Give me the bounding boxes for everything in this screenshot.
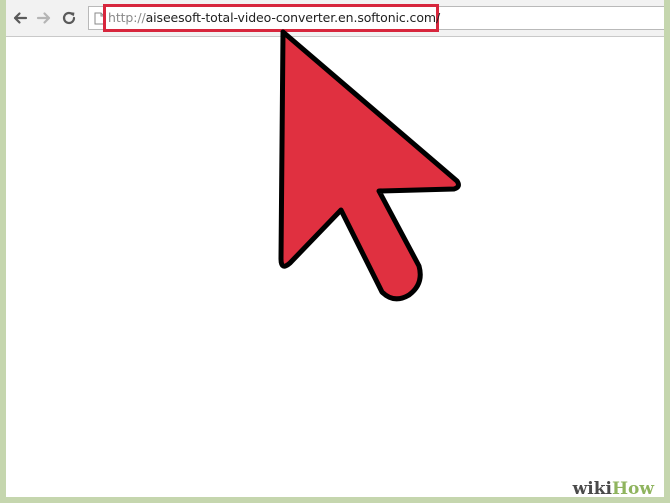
wikihow-watermark: wikiHow	[573, 479, 654, 499]
watermark-wiki: wiki	[572, 479, 612, 499]
watermark-how: How	[611, 479, 654, 499]
mouse-pointer-arrow-icon	[278, 29, 461, 302]
